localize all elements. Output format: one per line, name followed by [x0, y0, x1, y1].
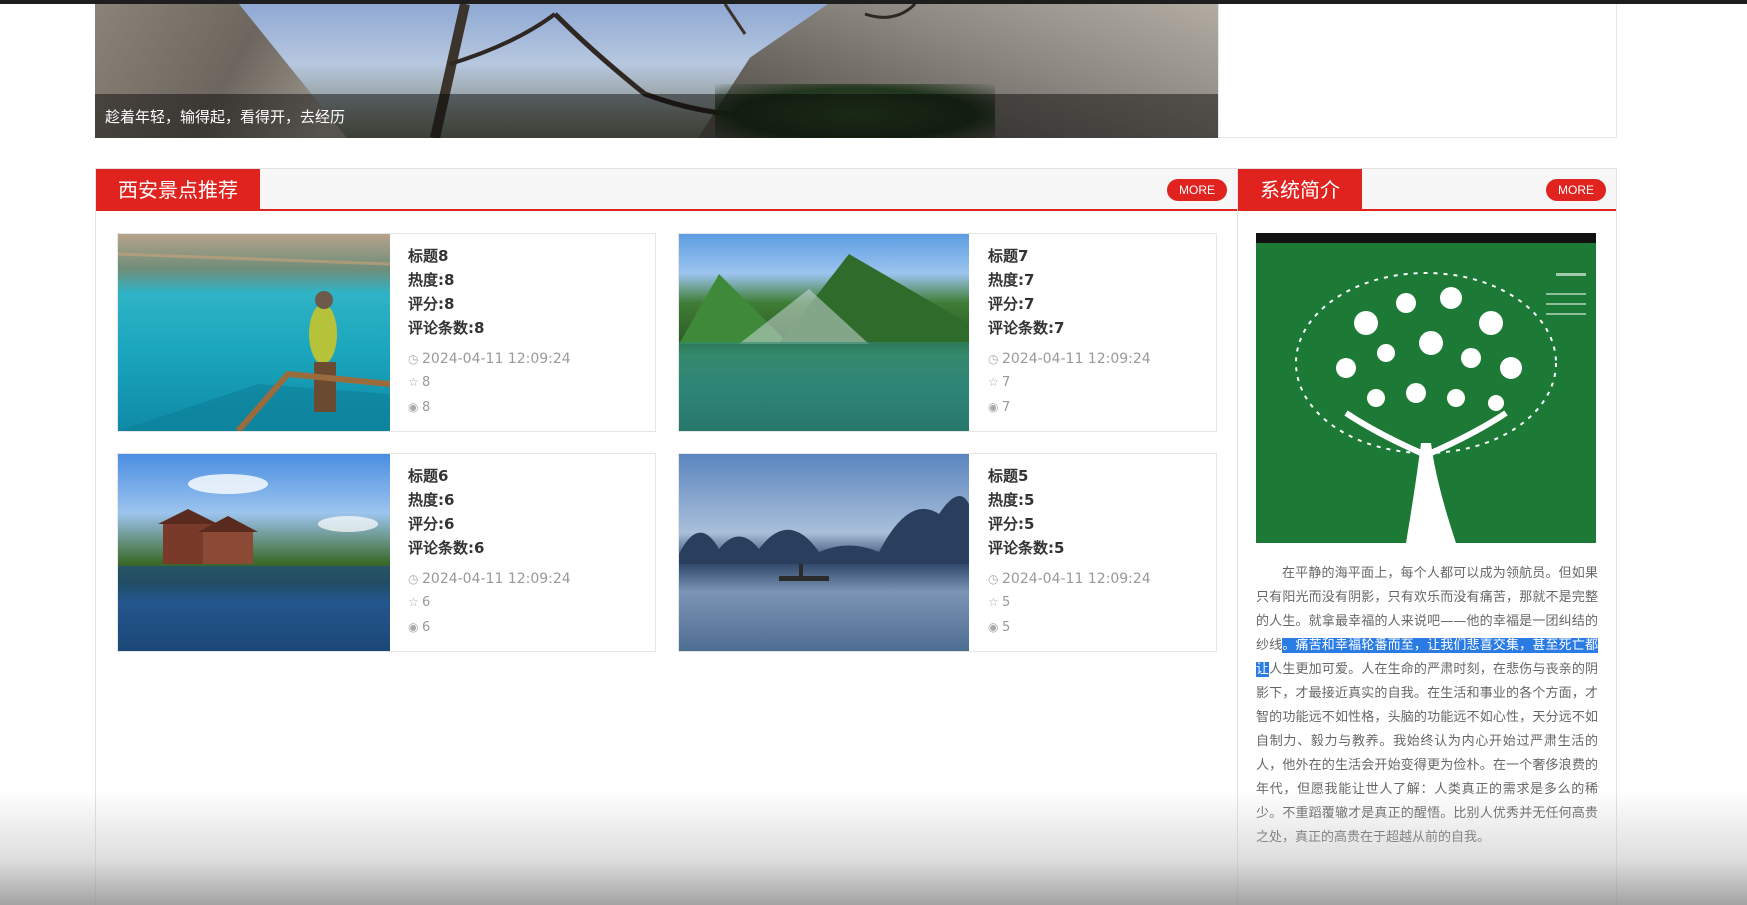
- attraction-comments: 评论条数:6: [408, 539, 485, 557]
- star-icon: ☆: [988, 375, 999, 389]
- attraction-time: ◷ 2024-04-11 12:09:24: [408, 348, 571, 370]
- eye-icon: ◉: [988, 400, 999, 414]
- eye-icon: ◉: [408, 400, 419, 414]
- attraction-rating: 评分:8: [408, 295, 455, 313]
- attraction-views: ◉ 7: [988, 395, 1151, 420]
- attraction-info: 标题8 热度:8 评分:8 评论条数:8 ◷ 2024-04-11 12:09:2…: [408, 244, 571, 420]
- intro-section: 系统简介 MORE 在平静的海平面上，每个人都可以成为领航员。但如果只有阳光而没…: [1237, 168, 1617, 905]
- lake-scene: [118, 252, 391, 431]
- attraction-title[interactable]: 标题6: [408, 464, 571, 488]
- banner-caption: 趁着年轻，输得起，看得开，去经历: [105, 108, 346, 126]
- attraction-card[interactable]: 标题8 热度:8 评分:8 评论条数:8 ◷ 2024-04-11 12:09:2…: [117, 233, 656, 432]
- intro-text: 在平静的海平面上，每个人都可以成为领航员。但如果只有阳光而没有阴影，只有欢乐而没…: [1256, 562, 1598, 850]
- attraction-heat: 热度:5: [988, 491, 1035, 509]
- intro-image: [1256, 233, 1596, 543]
- attraction-time: ◷ 2024-04-11 12:09:24: [408, 568, 571, 590]
- attraction-heat: 热度:7: [988, 271, 1035, 289]
- attraction-heat: 热度:6: [408, 491, 455, 509]
- attraction-time: ◷ 2024-04-11 12:09:24: [988, 348, 1151, 370]
- attraction-time: ◷ 2024-04-11 12:09:24: [988, 568, 1151, 590]
- attraction-info: 标题7 热度:7 评分:7 评论条数:7 ◷ 2024-04-11 12:09:2…: [988, 244, 1151, 420]
- attraction-title[interactable]: 标题8: [408, 244, 571, 268]
- attraction-heat: 热度:8: [408, 271, 455, 289]
- clock-icon: ◷: [988, 352, 999, 366]
- attractions-more-button[interactable]: MORE: [1167, 179, 1227, 201]
- attraction-rating: 评分:7: [988, 295, 1035, 313]
- attraction-comments: 评论条数:8: [408, 319, 485, 337]
- banner-side-panel: [1218, 4, 1617, 138]
- star-icon: ☆: [408, 595, 419, 609]
- intro-more-button[interactable]: MORE: [1546, 179, 1606, 201]
- attraction-card[interactable]: 标题5 热度:5 评分:5 评论条数:5 ◷ 2024-04-11 12:09:2…: [678, 453, 1217, 652]
- attraction-title[interactable]: 标题5: [988, 464, 1151, 488]
- attraction-image[interactable]: [679, 234, 969, 431]
- attraction-stars: ☆ 7: [988, 370, 1151, 395]
- mountain-lake-scene: [679, 254, 969, 431]
- eye-icon: ◉: [408, 620, 419, 634]
- intro-text-part: 人生更加可爱。人在生命的严肃时刻，在悲伤与丧亲的阴影下，才最接近真实的自我。在生…: [1256, 662, 1598, 845]
- attraction-image[interactable]: [118, 234, 391, 431]
- attraction-title[interactable]: 标题7: [988, 244, 1151, 268]
- attraction-stars: ☆ 6: [408, 590, 571, 615]
- clock-icon: ◷: [408, 572, 419, 586]
- attraction-card[interactable]: 标题7 热度:7 评分:7 评论条数:7 ◷ 2024-04-11 12:09:2…: [678, 233, 1217, 432]
- attractions-header: 西安景点推荐 MORE: [96, 169, 1237, 211]
- intro-title: 系统简介: [1238, 169, 1362, 211]
- eco-tree-illustration: [1295, 272, 1586, 543]
- pavilion-scene: [118, 474, 390, 651]
- clock-icon: ◷: [408, 352, 419, 366]
- attraction-stars: ☆ 5: [988, 590, 1151, 615]
- banner-carousel[interactable]: 趁着年轻，输得起，看得开，去经历: [95, 4, 1218, 138]
- attractions-section: 西安景点推荐 MORE 标题8 热度:8 评分:8 评论条数:8 ◷ 2024-0…: [95, 168, 1238, 905]
- star-icon: ☆: [408, 375, 419, 389]
- attraction-image[interactable]: [118, 454, 390, 651]
- attraction-comments: 评论条数:5: [988, 539, 1065, 557]
- attraction-info: 标题6 热度:6 评分:6 评论条数:6 ◷ 2024-04-11 12:09:2…: [408, 464, 571, 640]
- attractions-title: 西安景点推荐: [96, 169, 260, 211]
- attraction-info: 标题5 热度:5 评分:5 评论条数:5 ◷ 2024-04-11 12:09:2…: [988, 464, 1151, 640]
- star-icon: ☆: [988, 595, 999, 609]
- attraction-rating: 评分:5: [988, 515, 1035, 533]
- clock-icon: ◷: [988, 572, 999, 586]
- attraction-views: ◉ 6: [408, 615, 571, 640]
- attraction-stars: ☆ 8: [408, 370, 571, 395]
- karst-river-scene: [679, 496, 969, 581]
- attraction-views: ◉ 5: [988, 615, 1151, 640]
- attraction-rating: 评分:6: [408, 515, 455, 533]
- attraction-views: ◉ 8: [408, 395, 571, 420]
- attraction-card[interactable]: 标题6 热度:6 评分:6 评论条数:6 ◷ 2024-04-11 12:09:2…: [117, 453, 656, 652]
- attraction-comments: 评论条数:7: [988, 319, 1065, 337]
- eye-icon: ◉: [988, 620, 999, 634]
- intro-header: 系统简介 MORE: [1238, 169, 1616, 211]
- attraction-image[interactable]: [679, 454, 969, 651]
